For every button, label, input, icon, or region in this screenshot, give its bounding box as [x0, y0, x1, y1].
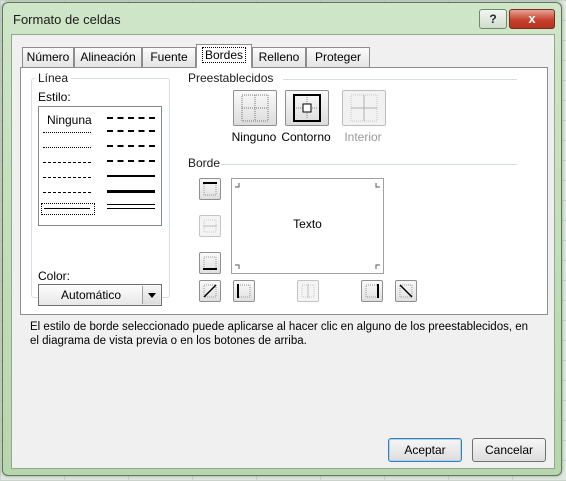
help-text: El estilo de borde seleccionado puede ap…: [30, 321, 529, 347]
border-top-button[interactable]: [199, 178, 221, 200]
border-top-icon: [203, 182, 217, 196]
border-diagonal-down-button[interactable]: [395, 280, 417, 302]
borders-panel: Línea Estilo: Ninguna Color: Automático …: [20, 67, 548, 315]
preset-none-button[interactable]: [233, 90, 277, 126]
tab-relleno[interactable]: Relleno: [252, 47, 306, 67]
tab-label: Proteger: [314, 50, 362, 64]
border-legend: Borde: [185, 156, 224, 170]
line-style-medium[interactable]: [107, 175, 155, 177]
line-style-thick[interactable]: [107, 190, 155, 193]
line-group-legend: Línea: [35, 71, 72, 85]
preset-outline-label: Contorno: [281, 130, 331, 144]
style-label: Estilo:: [38, 90, 71, 104]
border-right-button[interactable]: [361, 280, 383, 302]
border-right-icon: [365, 284, 379, 298]
diagonal-down-icon: [399, 284, 413, 298]
line-style-medium-dash-dot[interactable]: [107, 145, 155, 147]
tab-label: Número: [26, 50, 70, 64]
preset-inside-label: Interior: [344, 130, 382, 144]
preset-none-icon: [241, 94, 269, 122]
border-inside-vertical-button[interactable]: [297, 280, 319, 302]
tab-fuente[interactable]: Fuente: [142, 47, 196, 67]
border-inside-horizontal-icon: [203, 219, 217, 233]
preset-outline-button[interactable]: [285, 90, 329, 126]
presets-legend: Preestablecidos: [185, 71, 277, 85]
color-label: Color:: [38, 269, 71, 283]
diagonal-up-icon: [203, 284, 217, 298]
border-inside-vertical-icon: [301, 284, 315, 298]
preset-none-label: Ninguno: [231, 130, 277, 144]
accept-button[interactable]: Aceptar: [388, 438, 462, 462]
color-value: Automático: [60, 288, 122, 302]
line-style-medium-dash-dot-dot[interactable]: [107, 117, 155, 119]
line-style-dashed[interactable]: [43, 192, 91, 193]
tab-label: Relleno: [258, 50, 300, 64]
border-bottom-icon: [203, 256, 217, 270]
title-bar: Formato de celdas ? x: [3, 3, 561, 33]
tab-label: Bordes: [201, 47, 247, 63]
tab-proteger[interactable]: Proteger: [306, 47, 370, 67]
border-preview[interactable]: Texto: [231, 178, 384, 274]
preset-outline-icon: [293, 94, 321, 122]
border-bottom-button[interactable]: [199, 252, 221, 274]
line-style-dash-dot[interactable]: [43, 177, 91, 178]
dialog-title: Formato de celdas: [13, 12, 121, 27]
tab-numero[interactable]: Número: [22, 47, 74, 67]
line-style-list[interactable]: Ninguna: [38, 106, 162, 226]
tab-label: Fuente: [150, 50, 188, 64]
line-style-medium-dashed[interactable]: [107, 160, 155, 162]
line-style-dash-dot-dot[interactable]: [43, 162, 91, 163]
tab-bordes[interactable]: Bordes: [196, 44, 252, 68]
cancel-button[interactable]: Cancelar: [472, 438, 546, 462]
tab-alineacion[interactable]: Alineación: [74, 47, 142, 67]
line-style-thin-selected[interactable]: [41, 203, 95, 215]
line-style-none[interactable]: Ninguna: [47, 113, 92, 127]
border-left-icon: [237, 284, 251, 298]
preview-text: Texto: [293, 217, 322, 231]
format-cells-dialog: Formato de celdas ? x Número Alineación …: [2, 2, 562, 476]
border-diagonal-up-button[interactable]: [199, 280, 221, 302]
close-button[interactable]: x: [509, 9, 555, 29]
border-inside-horizontal-button[interactable]: [199, 215, 221, 237]
presets-separator: [283, 79, 517, 80]
border-left-button[interactable]: [233, 280, 255, 302]
line-style-hairline[interactable]: [43, 132, 91, 133]
tab-label: Alineación: [80, 50, 136, 64]
dialog-body: Número Alineación Fuente Bordes Relleno …: [11, 34, 555, 469]
preset-inside-button[interactable]: [342, 90, 386, 126]
line-style-dotted[interactable]: [43, 147, 91, 148]
preset-inside-icon: [350, 94, 378, 122]
chevron-down-icon[interactable]: [142, 286, 160, 304]
help-button[interactable]: ?: [479, 9, 507, 29]
line-style-double[interactable]: [107, 204, 155, 209]
border-separator: [221, 164, 517, 165]
line-style-slanted-dash-dot[interactable]: [107, 130, 155, 132]
color-dropdown[interactable]: Automático: [38, 284, 162, 306]
